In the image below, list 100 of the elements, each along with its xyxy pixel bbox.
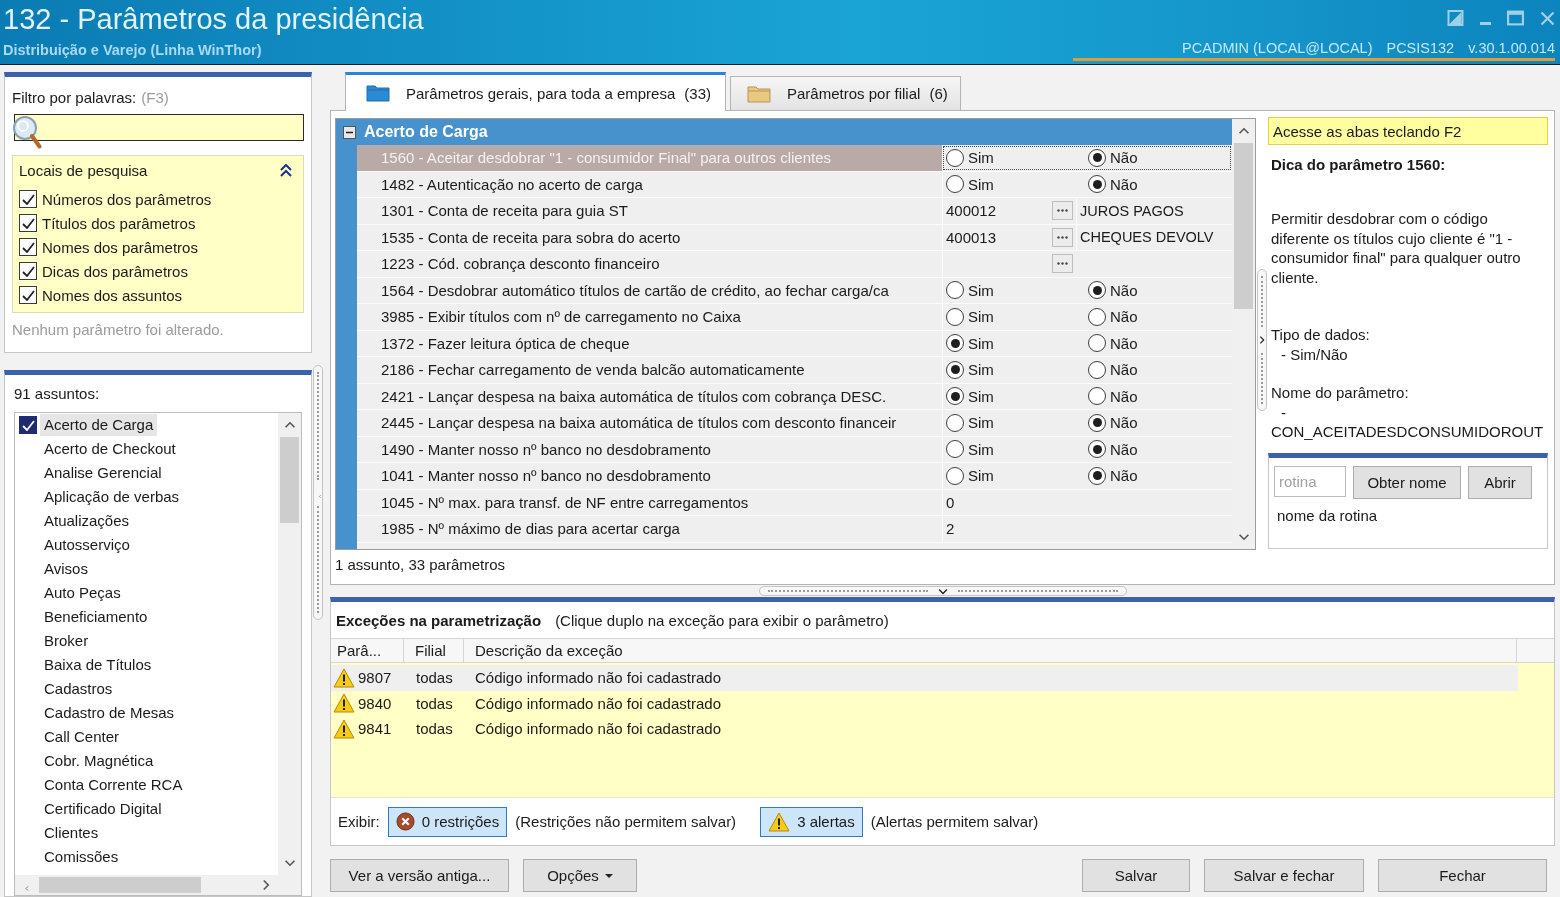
radio-button[interactable] (946, 175, 964, 194)
action-button[interactable]: Ver a versão antiga... (330, 859, 509, 892)
column-header[interactable]: Filial (404, 639, 464, 662)
radio-option[interactable]: Sim (946, 334, 1088, 353)
parameter-row[interactable]: 1482 - Autenticação no acerto de carga Sim Não (357, 171, 1232, 198)
radio-option[interactable]: Sim (946, 360, 1088, 379)
column-header[interactable]: Parâ... (331, 639, 404, 662)
checkbox[interactable] (19, 190, 37, 208)
action-button[interactable]: Salvar e fechar (1204, 859, 1364, 892)
parameter-row[interactable]: 1223 - Cód. cobrança desconto financeiro (357, 251, 1232, 278)
radio-option[interactable]: Sim (946, 466, 1088, 485)
list-item[interactable]: Auto Peças (40, 582, 125, 604)
horizontal-scrollbar[interactable] (15, 875, 301, 895)
search-field[interactable] (14, 114, 304, 141)
chevron-down-icon[interactable] (283, 859, 296, 867)
list-item[interactable]: Cadastros (40, 678, 117, 700)
action-button[interactable]: Salvar (1082, 859, 1190, 892)
list-item[interactable]: Broker (40, 630, 93, 652)
radio-button[interactable] (1088, 175, 1106, 194)
list-item[interactable]: Comissões (40, 846, 123, 868)
exception-row[interactable]: 9841 todas Código informado não foi cadastrado (331, 716, 1518, 742)
list-item[interactable]: Atualizações (40, 510, 134, 532)
list-item[interactable]: Conta Corrente RCA (40, 774, 187, 796)
radio-option[interactable]: Não (1088, 466, 1230, 485)
parameter-row[interactable]: 2445 - Lançar despesa na baixa automática de títulos com desconto financeir Sim Não (357, 410, 1232, 437)
parameter-row[interactable]: 1535 - Conta de receita para sobra do acerto 400013 CHEQUES DEVOLV (357, 224, 1232, 251)
parameter-row[interactable]: 1372 - Fazer leitura óptica de cheque Sim Não (357, 330, 1232, 357)
radio-option[interactable]: Não (1088, 281, 1230, 300)
list-item[interactable]: Call Center (40, 726, 124, 748)
radio-option[interactable]: Não (1088, 175, 1230, 194)
list-item[interactable]: Certificado Digital (40, 798, 166, 820)
list-item[interactable]: Autosserviço (40, 534, 134, 556)
parameter-row[interactable]: 1490 - Manter nosso nº banco no desdobramento Sim Não (357, 436, 1232, 463)
parameter-row[interactable]: 1564 - Desdobrar automático títulos de cartão de crédito, ao fechar carga/ca Sim Não (357, 277, 1232, 304)
radio-button[interactable] (946, 148, 964, 167)
list-item[interactable]: Avisos (40, 558, 92, 580)
list-item[interactable]: Acerto de Checkout (40, 438, 180, 460)
parameter-row[interactable]: 1041 - Manter nosso nº banco no desdobramento Sim Não (357, 463, 1232, 490)
checkbox-option[interactable]: Números dos parâmetros (19, 187, 297, 211)
action-button[interactable]: Opções (523, 859, 637, 892)
radio-button[interactable] (1088, 281, 1106, 300)
list-item[interactable]: Clientes (40, 822, 103, 844)
radio-button[interactable] (946, 360, 964, 379)
checkbox[interactable] (19, 416, 37, 434)
list-item[interactable]: Cadastro de Mesas (40, 702, 179, 724)
radio-button[interactable] (1088, 387, 1106, 406)
parameter-row[interactable]: 1985 - Nº máximo de dias para acertar carga 2 (357, 516, 1232, 543)
splitter-handle[interactable] (313, 365, 323, 620)
list-item[interactable]: Beneficiamento (40, 606, 152, 628)
chevron-down-icon[interactable] (937, 587, 948, 595)
radio-button[interactable] (1088, 466, 1106, 485)
routine-button[interactable]: Obter nome (1353, 466, 1461, 499)
exception-row[interactable]: 9840 todas Código informado não foi cadastrado (331, 690, 1518, 716)
vertical-scrollbar[interactable] (278, 413, 301, 875)
radio-button[interactable] (1088, 148, 1106, 167)
tab[interactable]: Parâmetros por filial (6) (730, 76, 961, 110)
radio-button[interactable] (946, 334, 964, 353)
tab[interactable]: Parâmetros gerais, para toda a empresa (33) (345, 72, 726, 111)
checkbox-option[interactable]: Nomes dos assuntos (19, 283, 297, 307)
radio-option[interactable]: Não (1088, 148, 1230, 167)
column-header[interactable]: Descrição da exceção (464, 639, 1517, 662)
scrollbar-thumb[interactable] (39, 877, 201, 893)
radio-button[interactable] (946, 307, 964, 326)
parameter-row[interactable]: 2186 - Fechar carregamento de venda balcão automaticamente Sim Não (357, 357, 1232, 384)
radio-button[interactable] (946, 281, 964, 300)
action-button[interactable]: Fechar (1378, 859, 1547, 892)
splitter-handle[interactable] (758, 586, 1127, 596)
list-item[interactable]: Cobr. Magnética (40, 750, 158, 772)
parameter-row[interactable]: 1560 - Aceitar desdobrar "1 - consumidor Final" para outros clientes Sim Não (357, 145, 1232, 172)
lookup-button[interactable] (1052, 201, 1073, 221)
filter-toggle[interactable]: 0 restrições (387, 806, 508, 837)
radio-button[interactable] (1088, 307, 1106, 326)
radio-option[interactable]: Sim (946, 281, 1088, 300)
exception-row[interactable]: 9807 todas Código informado não foi cadastrado (331, 665, 1518, 691)
list-item[interactable]: Analise Gerencial (40, 462, 166, 484)
list-item[interactable]: Aplicação de verbas (40, 486, 184, 508)
lookup-button[interactable] (1052, 254, 1073, 274)
radio-option[interactable]: Não (1088, 413, 1230, 432)
chevron-up-icon[interactable] (283, 421, 296, 429)
routine-input[interactable]: rotina (1274, 466, 1346, 497)
checkbox[interactable] (19, 214, 37, 232)
parameter-row[interactable]: 1045 - Nº max. para transf. de NF entre carregamentos 0 (357, 489, 1232, 516)
radio-option[interactable]: Não (1088, 360, 1230, 379)
checkbox[interactable] (19, 238, 37, 256)
radio-option[interactable]: Sim (946, 387, 1088, 406)
radio-button[interactable] (946, 413, 964, 432)
double-chevron-up-icon[interactable] (280, 163, 292, 177)
checkbox-option[interactable]: Dicas dos parâmetros (19, 259, 297, 283)
chevron-up-icon[interactable] (1237, 127, 1250, 135)
radio-button[interactable] (946, 466, 964, 485)
radio-button[interactable] (946, 387, 964, 406)
radio-option[interactable]: Sim (946, 440, 1088, 459)
parameter-row[interactable]: 3985 - Exibir títulos com nº de carregamento no Caixa Sim Não (357, 304, 1232, 331)
list-item[interactable]: Acerto de Carga (40, 414, 158, 436)
close-icon[interactable] (1540, 11, 1555, 26)
radio-option[interactable]: Sim (946, 175, 1088, 194)
chevron-right-icon[interactable] (1259, 335, 1265, 345)
scrollbar-thumb[interactable] (280, 437, 299, 523)
radio-option[interactable]: Não (1088, 387, 1230, 406)
radio-button[interactable] (946, 440, 964, 459)
